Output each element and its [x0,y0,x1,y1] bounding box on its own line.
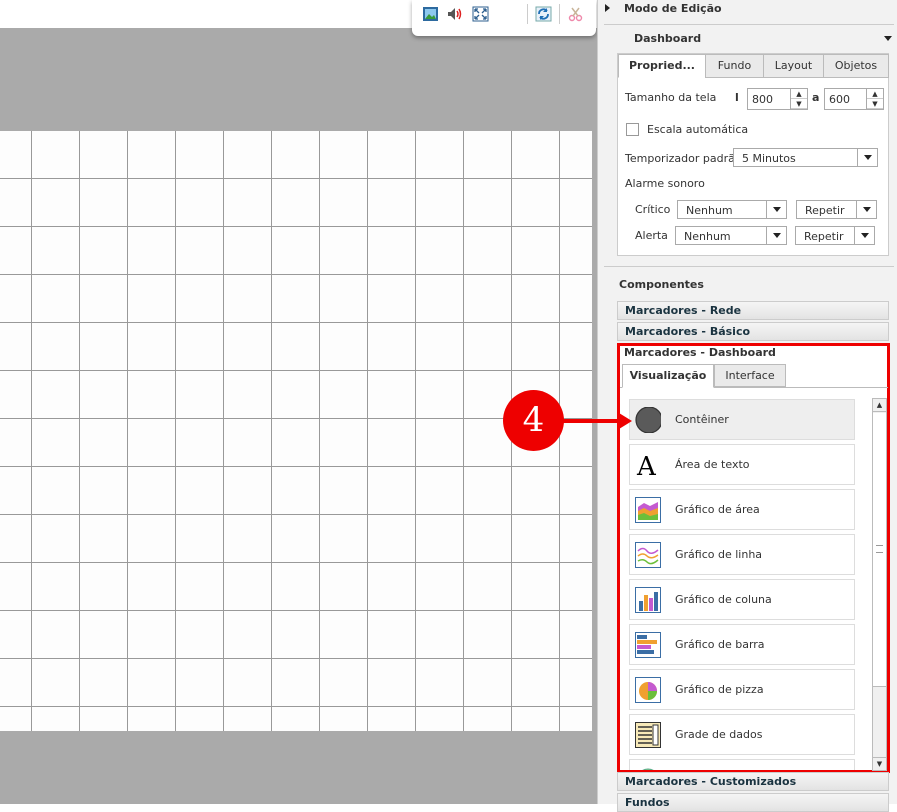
auto-scale-checkbox[interactable] [626,123,639,136]
chevron-down-icon[interactable]: ▼ [791,99,807,109]
line-chart-icon [635,542,661,568]
callout-arrow-line [563,419,621,423]
grip-icon [876,545,883,553]
callout-arrow-icon [619,413,632,429]
critical-label: Crítico [635,203,671,216]
alert-sound-select[interactable]: Nenhum [675,226,787,245]
item-label: Gráfico de área [675,503,760,516]
width-stepper[interactable]: 800 ▲ ▼ [747,88,808,110]
timer-label: Temporizador padrão [625,152,742,165]
dashboard-section-title[interactable]: Dashboard [634,32,701,45]
item-label: Contêiner [675,413,729,426]
critical-repeat-value: Repetir [805,204,845,217]
svg-text:A: A [636,452,657,478]
fullscreen-icon[interactable] [472,6,489,22]
list-scrollbar[interactable]: ▲ ▼ [872,398,887,771]
pie-chart-icon [635,677,661,703]
list-item-text-area[interactable]: A Área de texto [629,444,855,485]
height-stepper[interactable]: 600 ▲ ▼ [824,88,884,110]
chevron-up-icon[interactable]: ▲ [873,399,886,412]
divider [604,24,894,25]
height-value: 600 [829,93,850,106]
list-item-partial[interactable] [629,759,855,770]
timer-select[interactable]: 5 Minutos [733,148,878,167]
chevron-up-icon[interactable]: ▲ [791,89,807,99]
list-item-line-chart[interactable]: Gráfico de linha [629,534,855,575]
expand-arrow-icon[interactable] [605,4,610,12]
tab-interface[interactable]: Interface [714,364,786,387]
circle-icon [635,407,661,433]
top-toolbar [412,0,596,36]
width-prefix: l [735,91,739,104]
screen-size-label: Tamanho da tela [625,91,717,104]
column-chart-icon [635,587,661,613]
chevron-down-icon[interactable]: ▼ [873,757,886,770]
list-item-area-chart[interactable]: Gráfico de área [629,489,855,530]
size-separator: a [812,91,820,104]
width-stepper-buttons[interactable]: ▲ ▼ [790,89,807,109]
critical-repeat-select[interactable]: Repetir [796,200,877,219]
group-custom-markers[interactable]: Marcadores - Customizados [617,772,889,791]
group-dashboard-markers[interactable]: Marcadores - Dashboard [624,346,776,359]
chevron-down-icon [773,233,781,238]
image-icon[interactable] [422,6,439,22]
item-label: Gráfico de pizza [675,683,764,696]
tab-visualization[interactable]: Visualização [622,364,714,388]
list-item-data-grid[interactable]: Grade de dados [629,714,855,755]
width-value: 800 [752,93,773,106]
group-basic-markers[interactable]: Marcadores - Básico [617,322,889,341]
globe-icon [642,768,654,770]
chevron-down-icon [864,155,872,160]
toolbar-divider [559,4,560,24]
tab-background[interactable]: Fundo [705,54,764,78]
item-label: Gráfico de barra [675,638,765,651]
speaker-icon[interactable] [446,6,463,22]
critical-sound-value: Nenhum [686,204,733,217]
list-item-column-chart[interactable]: Gráfico de coluna [629,579,855,620]
dashboard-grid[interactable] [0,131,592,731]
canvas-area [0,0,597,804]
callout-badge: 4 [503,390,564,451]
list-item-pie-chart[interactable]: Gráfico de pizza [629,669,855,710]
tab-layout[interactable]: Layout [763,54,824,78]
divider [604,266,894,267]
critical-sound-select[interactable]: Nenhum [677,200,787,219]
alert-repeat-select[interactable]: Repetir [795,226,875,245]
item-label: Grade de dados [675,728,763,741]
item-label: Área de texto [675,458,750,471]
chevron-down-icon [863,207,871,212]
tab-properties[interactable]: Propried... [618,54,706,78]
collapse-arrow-icon[interactable] [884,36,892,41]
item-label: Gráfico de coluna [675,593,772,606]
item-label: Gráfico de linha [675,548,763,561]
auto-scale-label: Escala automática [647,123,749,136]
timer-value: 5 Minutos [742,152,796,165]
data-grid-icon [635,722,661,748]
edit-mode-title[interactable]: Modo de Edição [624,2,722,15]
group-backgrounds[interactable]: Fundos [617,793,889,812]
alert-repeat-value: Repetir [804,230,844,243]
chevron-down-icon[interactable]: ▼ [867,99,883,109]
tab-objects[interactable]: Objetos [823,54,889,78]
area-chart-icon [635,497,661,523]
chevron-down-icon [773,207,781,212]
components-title: Componentes [619,278,704,291]
bar-chart-icon [635,632,661,658]
group-network-markers[interactable]: Marcadores - Rede [617,301,889,320]
text-icon: A [636,452,657,478]
list-item-container[interactable]: Contêiner [629,399,855,440]
alert-sound-value: Nenhum [684,230,731,243]
scissors-icon[interactable] [567,6,584,22]
chevron-down-icon [861,233,869,238]
alert-label: Alerta [635,229,668,242]
refresh-icon[interactable] [535,6,552,22]
alarm-label: Alarme sonoro [625,177,705,190]
height-stepper-buttons[interactable]: ▲ ▼ [866,89,883,109]
toolbar-divider [527,4,528,24]
list-item-bar-chart[interactable]: Gráfico de barra [629,624,855,665]
chevron-up-icon[interactable]: ▲ [867,89,883,99]
